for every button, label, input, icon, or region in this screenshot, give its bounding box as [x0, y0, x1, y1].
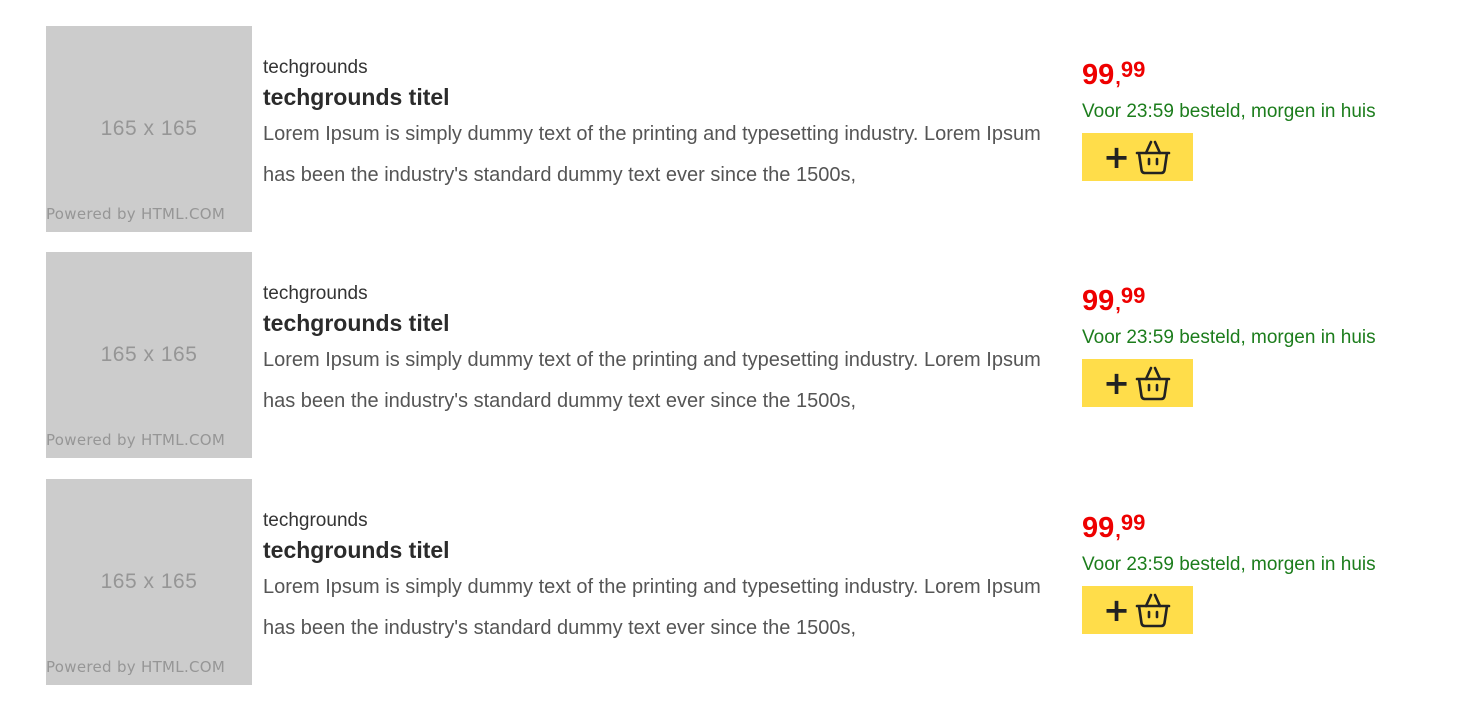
image-size-label: 165 x 165: [100, 117, 198, 140]
add-to-cart-button[interactable]: +: [1082, 586, 1193, 634]
price-fraction: 99: [1120, 283, 1146, 308]
basket-icon: [1135, 366, 1171, 401]
image-watermark: Powered by HTML.COM: [46, 431, 226, 449]
product-card: 165 x 165 Powered by HTML.COM techground…: [46, 479, 1426, 685]
product-description: Lorem Ipsum is simply dummy text of the …: [263, 349, 1041, 412]
product-price: 99,99: [1082, 509, 1422, 547]
price-whole: 99: [1082, 59, 1115, 91]
product-price: 99,99: [1082, 282, 1422, 320]
image-size-label: 165 x 165: [100, 570, 198, 593]
price-separator: ,: [1115, 520, 1121, 542]
product-card: 165 x 165 Powered by HTML.COM techground…: [46, 252, 1426, 458]
price-fraction: 99: [1120, 510, 1146, 535]
purchase-panel: 99,99 Voor 23:59 besteld, morgen in huis…: [1082, 56, 1422, 181]
product-description: Lorem Ipsum is simply dummy text of the …: [263, 123, 1041, 186]
add-to-cart-button[interactable]: +: [1082, 359, 1193, 407]
plus-icon: +: [1103, 364, 1130, 402]
product-brand: techgrounds: [263, 283, 368, 304]
price-fraction: 99: [1120, 57, 1146, 82]
plus-icon: +: [1103, 591, 1130, 629]
product-image[interactable]: 165 x 165 Powered by HTML.COM: [46, 479, 252, 685]
product-image[interactable]: 165 x 165 Powered by HTML.COM: [46, 26, 252, 232]
image-size-label: 165 x 165: [100, 343, 198, 366]
price-separator: ,: [1115, 67, 1121, 89]
purchase-panel: 99,99 Voor 23:59 besteld, morgen in huis…: [1082, 282, 1422, 407]
add-to-cart-button[interactable]: +: [1082, 133, 1193, 181]
product-info: techgrounds techgrounds titel Lorem Ipsu…: [263, 56, 1053, 196]
price-whole: 99: [1082, 285, 1115, 317]
image-watermark: Powered by HTML.COM: [46, 205, 226, 223]
product-title[interactable]: techgrounds titel: [263, 308, 1053, 340]
product-brand: techgrounds: [263, 57, 368, 78]
product-brand: techgrounds: [263, 510, 368, 531]
product-card: 165 x 165 Powered by HTML.COM techground…: [46, 26, 1426, 232]
basket-icon: [1135, 140, 1171, 175]
product-description: Lorem Ipsum is simply dummy text of the …: [263, 576, 1041, 639]
delivery-notice: Voor 23:59 besteld, morgen in huis: [1082, 327, 1376, 348]
product-info: techgrounds techgrounds titel Lorem Ipsu…: [263, 282, 1053, 422]
basket-icon: [1135, 593, 1171, 628]
product-title[interactable]: techgrounds titel: [263, 535, 1053, 567]
image-watermark: Powered by HTML.COM: [46, 658, 226, 676]
purchase-panel: 99,99 Voor 23:59 besteld, morgen in huis…: [1082, 509, 1422, 634]
product-image[interactable]: 165 x 165 Powered by HTML.COM: [46, 252, 252, 458]
price-whole: 99: [1082, 512, 1115, 544]
product-price: 99,99: [1082, 56, 1422, 94]
product-info: techgrounds techgrounds titel Lorem Ipsu…: [263, 509, 1053, 649]
price-separator: ,: [1115, 293, 1121, 315]
product-list: 165 x 165 Powered by HTML.COM techground…: [0, 0, 1458, 718]
delivery-notice: Voor 23:59 besteld, morgen in huis: [1082, 554, 1376, 575]
product-title[interactable]: techgrounds titel: [263, 82, 1053, 114]
plus-icon: +: [1103, 138, 1130, 176]
delivery-notice: Voor 23:59 besteld, morgen in huis: [1082, 101, 1376, 122]
